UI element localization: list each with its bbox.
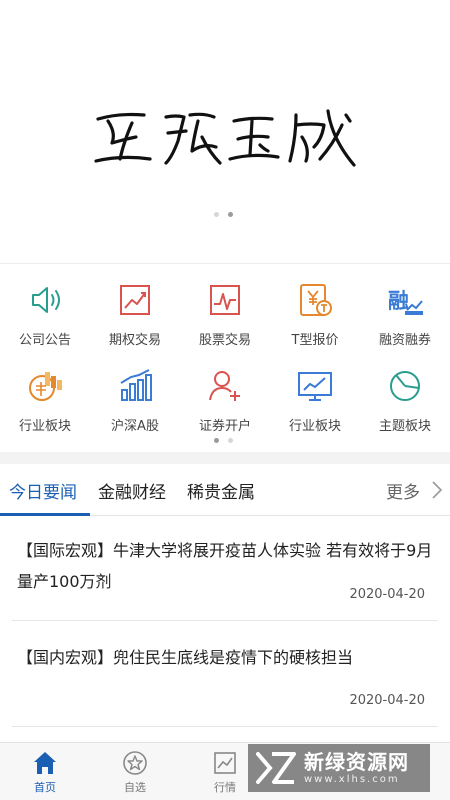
industry-monitor-icon [298, 372, 332, 401]
svg-text:融: 融 [388, 289, 409, 313]
news-divider [12, 726, 438, 727]
grid-pager [214, 438, 233, 443]
pager-dot-active [228, 212, 233, 217]
news-tab-bar: 今日要闻 金融财经 稀贵金属 更多 [0, 464, 450, 516]
nav-label: 行情 [214, 781, 236, 794]
tab-precious-metals[interactable]: 稀贵金属 [187, 478, 255, 503]
industry-sector-coins-icon [29, 372, 62, 401]
nav-watchlist[interactable]: 自选 [105, 749, 165, 795]
nav-label: 自选 [124, 781, 146, 794]
watermark-text: 新绿资源网 [304, 750, 409, 774]
t-quote-yen-icon [300, 284, 332, 316]
grid-item-label: 公司公告 [18, 333, 71, 348]
announcement-speaker-icon [32, 287, 60, 313]
grid-item-stock-trading[interactable]: 股票交易 [180, 270, 270, 350]
market-chart-icon [214, 752, 236, 774]
chevron-right-icon[interactable] [430, 480, 444, 500]
grid-item-theme-sector[interactable]: 主题板块 [360, 356, 450, 436]
divider [0, 263, 450, 264]
pager-dot [228, 438, 233, 443]
grid-item-industry-sector-2[interactable]: 行业板块 [270, 356, 360, 436]
active-tab-indicator [0, 513, 90, 516]
star-circle-icon [123, 751, 147, 775]
more-link[interactable]: 更多 [386, 478, 420, 503]
news-date: 2020-04-20 [349, 693, 425, 708]
grid-item-label: 证券开户 [198, 419, 251, 434]
nav-label: 首页 [34, 781, 56, 794]
margin-financing-icon: 融 [388, 289, 423, 315]
stock-trading-chart-icon [210, 285, 240, 315]
banner-pager [214, 212, 233, 217]
grid-item-label: 行业板块 [288, 419, 341, 434]
grid-item-open-account[interactable]: 证券开户 [180, 356, 270, 436]
news-divider [12, 620, 438, 621]
banner-carousel[interactable] [0, 0, 450, 262]
grid-item-margin-financing[interactable]: 融 融资融券 [360, 270, 450, 350]
grid-item-label: 沪深A股 [111, 419, 159, 434]
grid-item-a-share[interactable]: 沪深A股 [90, 356, 180, 436]
news-title[interactable]: 【国内宏观】兜住民生底线是疫情下的硬核担当 [17, 642, 437, 673]
account-open-user-plus-icon [209, 371, 240, 401]
section-divider [0, 452, 450, 464]
grid-item-t-quote[interactable]: T型报价 [270, 270, 360, 350]
feature-grid: 公司公告 期权交易 股票交易 T型报价 融 融资融券 行业板块 沪深A股 证券开… [0, 270, 450, 448]
grid-item-label: 期权交易 [108, 333, 161, 348]
news-date: 2020-04-20 [349, 587, 425, 602]
tab-today-news[interactable]: 今日要闻 [9, 478, 77, 503]
calligraphy-logo [94, 109, 356, 167]
tab-finance[interactable]: 金融财经 [98, 478, 166, 503]
grid-item-label: T型报价 [291, 333, 339, 348]
grid-item-industry-sector[interactable]: 行业板块 [0, 356, 90, 436]
pager-dot-active [214, 438, 219, 443]
home-icon [34, 752, 56, 774]
grid-item-label: 主题板块 [378, 419, 431, 434]
watermark-url: www.xlhs.com [304, 774, 400, 785]
watermark-logo-icon [256, 752, 296, 784]
nav-home[interactable]: 首页 [15, 749, 75, 795]
a-share-bars-icon [120, 369, 152, 401]
grid-item-option-trading[interactable]: 期权交易 [90, 270, 180, 350]
nav-market[interactable]: 行情 [195, 749, 255, 795]
option-trading-chart-icon [120, 285, 150, 315]
grid-item-company-announcement[interactable]: 公司公告 [0, 270, 90, 350]
grid-item-label: 股票交易 [198, 333, 251, 348]
theme-pie-icon [390, 371, 420, 401]
watermark-overlay: 新绿资源网 www.xlhs.com [248, 744, 430, 792]
pager-dot [214, 212, 219, 217]
grid-item-label: 行业板块 [18, 419, 71, 434]
grid-item-label: 融资融券 [378, 333, 431, 348]
